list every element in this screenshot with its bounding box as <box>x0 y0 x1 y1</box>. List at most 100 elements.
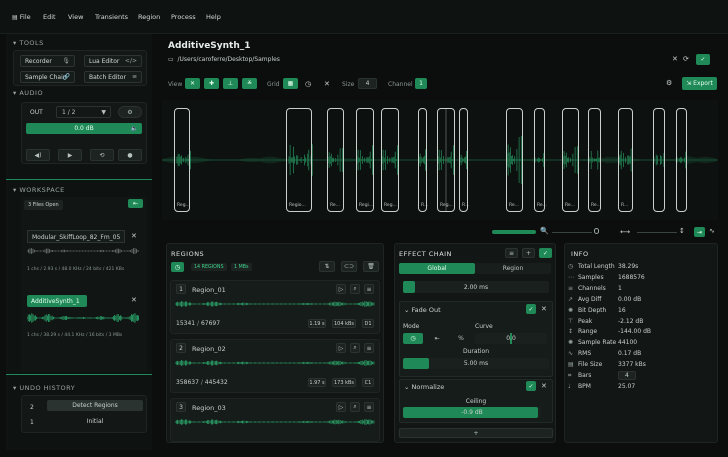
batch-editor-button[interactable]: Batch Editor ≡ <box>84 71 142 83</box>
undo-item-detect-regions[interactable]: Detect Regions <box>47 400 143 411</box>
mode-percent-button[interactable]: % <box>451 333 471 344</box>
menu-button[interactable]: ≡ <box>364 284 374 294</box>
audio-header[interactable]: ▾ AUDIO <box>13 89 43 97</box>
zoom-button[interactable]: ⌕ <box>350 343 360 353</box>
waveform-region[interactable]: R... <box>418 108 428 212</box>
waveform-region[interactable] <box>653 108 665 212</box>
waveform-region[interactable]: Re... <box>534 108 547 212</box>
grid-toggle-button[interactable]: ▦ <box>283 78 298 89</box>
close-icon[interactable]: ✕ <box>131 296 137 304</box>
wave-icon[interactable]: ∿ <box>709 227 715 235</box>
undo-item-initial[interactable]: Initial <box>47 416 143 427</box>
zoom-button[interactable]: ⌕ <box>350 402 360 412</box>
refresh-icon[interactable]: ⟳ <box>683 55 689 63</box>
waveform-region[interactable]: Regi... <box>356 108 374 212</box>
region-name[interactable]: Region_03 <box>192 404 226 412</box>
play-button[interactable]: ▷ <box>336 343 346 353</box>
width-icon[interactable]: ⟷ <box>620 228 630 236</box>
waveform-region[interactable]: Re... <box>327 108 344 212</box>
menu-file[interactable]: ▤ File <box>12 13 31 21</box>
play-button[interactable]: ▷ <box>336 284 346 294</box>
mode-fade-button[interactable]: ⇤ <box>427 333 447 344</box>
tab-global[interactable]: Global <box>399 263 475 274</box>
height-track[interactable] <box>637 232 677 233</box>
add-effect-bottom-button[interactable]: + <box>399 428 553 438</box>
workspace-header[interactable]: ▾ WORKSPACE <box>13 186 65 194</box>
confirm-button[interactable]: ✓ <box>696 54 710 65</box>
channel-select[interactable]: 1 <box>415 78 427 89</box>
region-name[interactable]: Region_01 <box>192 286 226 294</box>
waveform-region[interactable]: Reg... <box>381 108 399 212</box>
waveform-region[interactable]: Reg... <box>437 108 455 212</box>
gain-slider[interactable]: 0.0 dB 🔈 <box>26 123 142 134</box>
file-tab-additivesynth[interactable]: AdditiveSynth_1 <box>27 295 87 307</box>
tools-header[interactable]: ▾ TOOLS <box>13 39 44 47</box>
view-zoom-in-button[interactable]: ✚ <box>204 78 219 89</box>
menu-region[interactable]: Region <box>138 13 160 21</box>
waveform-region[interactable]: Reg... <box>174 108 190 212</box>
view-fit-button[interactable]: ✕ <box>185 78 200 89</box>
mode-linear-button[interactable]: ◷ <box>403 333 423 344</box>
mute-button[interactable]: ◀) <box>26 149 50 161</box>
undo-history-header[interactable]: ▾ UNDO HISTORY <box>13 384 75 392</box>
size-input[interactable]: 4 <box>358 78 377 89</box>
tab-region[interactable]: Region <box>475 263 551 274</box>
region-name[interactable]: Region_02 <box>192 345 226 353</box>
menu-edit[interactable]: Edit <box>43 13 56 21</box>
waveform-region[interactable]: Re... <box>506 108 523 212</box>
open-file-button[interactable]: ⇤ <box>128 199 143 208</box>
region-card[interactable]: 1 Region_01 ▷ ⌕ ≡ 15341 / 67697 1.19 s 1… <box>170 280 380 334</box>
waveform-region[interactable]: R... <box>618 108 633 212</box>
play-button[interactable]: ▶ <box>58 149 82 161</box>
menu-transients[interactable]: Transients <box>95 13 128 21</box>
zoom-button[interactable]: ⌕ <box>350 284 360 294</box>
scroll-track[interactable] <box>552 232 592 233</box>
settings-icon[interactable]: ⚙ <box>666 79 672 87</box>
lua-editor-button[interactable]: Lua Editor </> <box>84 55 142 67</box>
record-button[interactable]: ● <box>118 149 142 161</box>
clock-icon[interactable]: ◷ <box>305 80 311 88</box>
audio-settings-button[interactable]: ⚙ <box>118 106 142 118</box>
height-icon[interactable]: ↕ <box>679 227 685 235</box>
waveform-region[interactable] <box>676 108 687 212</box>
effect-list-button[interactable]: ≡ <box>505 248 518 258</box>
normalize-header[interactable]: ⌄ Normalize <box>404 383 444 391</box>
waveform-region[interactable]: Re... <box>562 108 579 212</box>
region-note[interactable]: D1 <box>362 319 374 328</box>
waveform-region[interactable]: Re... <box>588 108 601 212</box>
regions-clock-button[interactable]: ◷ <box>171 262 184 272</box>
menu-button[interactable]: ≡ <box>364 402 374 412</box>
delete-button[interactable]: 🗑 <box>363 261 379 272</box>
menu-button[interactable]: ≡ <box>364 343 374 353</box>
close-icon[interactable]: ✕ <box>672 55 678 63</box>
normalize-enable-checkbox[interactable]: ✓ <box>526 381 536 391</box>
waveform-region[interactable]: R... <box>459 108 469 212</box>
play-button[interactable]: ▷ <box>336 402 346 412</box>
add-effect-button[interactable]: + <box>522 248 535 258</box>
menu-process[interactable]: Process <box>171 13 196 21</box>
sample-chain-button[interactable]: Sample Chain 🔗 <box>20 71 75 83</box>
region-card[interactable]: 3 Region_03 ▷ ⌕ ≡ <box>170 398 380 442</box>
scroll-handle[interactable] <box>594 228 599 234</box>
apply-effects-button[interactable]: ✓ <box>539 248 552 258</box>
region-card[interactable]: 2 Region_02 ▷ ⌕ ≡ 358637 / 445432 1.97 s… <box>170 339 380 393</box>
fade-out-header[interactable]: ⌄ Fade Out <box>404 306 441 314</box>
loop-button[interactable]: ⟲ <box>90 149 114 161</box>
region-note[interactable]: C1 <box>362 378 374 387</box>
waveform-region[interactable]: Regio... <box>286 108 312 212</box>
close-icon[interactable]: ✕ <box>131 232 137 240</box>
menu-view[interactable]: View <box>68 13 83 21</box>
zoom-icon[interactable]: 🔍 <box>540 227 549 235</box>
out-select[interactable]: 1 / 2 ▼ <box>56 106 111 118</box>
menu-help[interactable]: Help <box>206 13 221 21</box>
link-button[interactable]: ⊂⊃ <box>341 261 357 272</box>
export-button[interactable]: ⇲ Export <box>682 77 717 90</box>
fade-out-enable-checkbox[interactable]: ✓ <box>526 304 536 314</box>
close-icon[interactable]: ✕ <box>541 305 547 313</box>
close-icon[interactable]: ✕ <box>324 80 330 88</box>
zoom-slider[interactable] <box>492 230 536 234</box>
view-marker-button[interactable]: ≚ <box>242 78 257 89</box>
close-icon[interactable]: ✕ <box>541 382 547 390</box>
view-snap-button[interactable]: ⊥ <box>223 78 238 89</box>
recorder-button[interactable]: Recorder 🎙 <box>20 55 75 67</box>
